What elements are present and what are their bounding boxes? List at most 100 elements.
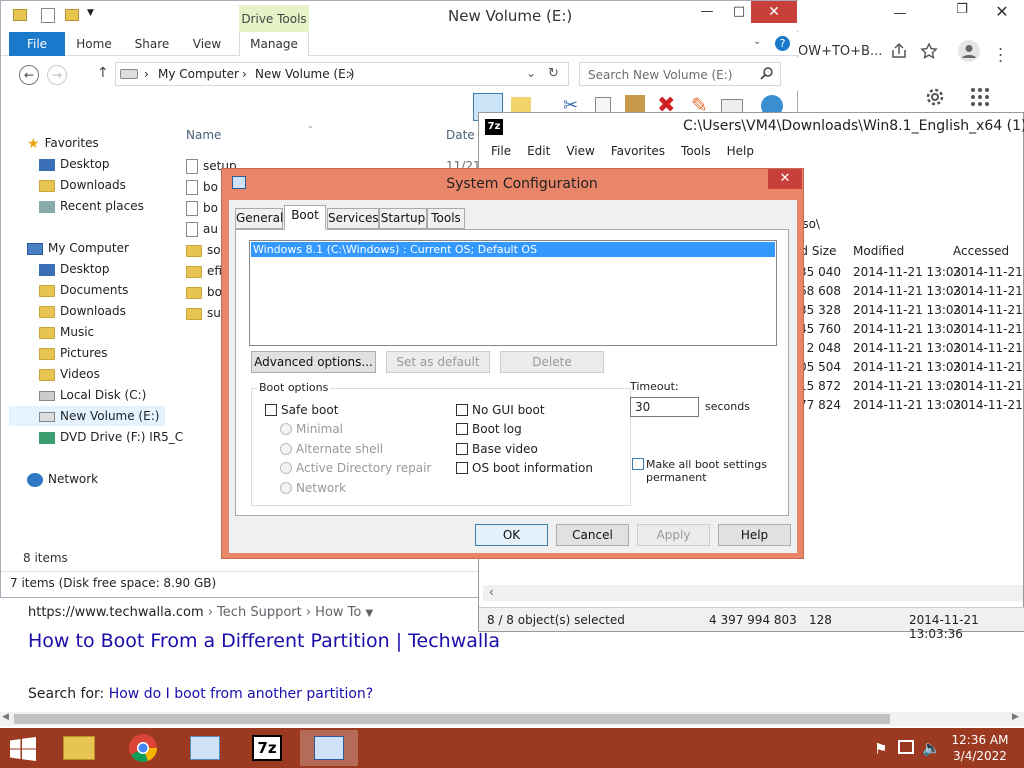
refresh-icon[interactable]: ↻ bbox=[548, 66, 559, 81]
ribbon-tab-manage[interactable]: Manage bbox=[239, 32, 309, 56]
ribbon-tab-home[interactable]: Home bbox=[69, 32, 119, 56]
breadcrumb-sep-2[interactable]: › bbox=[242, 67, 247, 81]
base-video-checkbox[interactable]: Base video bbox=[456, 441, 538, 457]
radio-network[interactable]: Network bbox=[280, 480, 346, 496]
up-button[interactable]: ↑ bbox=[97, 65, 109, 81]
scrollbar-thumb[interactable] bbox=[14, 714, 890, 724]
ribbon-tab-share[interactable]: Share bbox=[125, 32, 179, 56]
scroll-right-icon[interactable]: ▶ bbox=[1012, 712, 1019, 722]
sevenzip-hscrollbar[interactable]: ‹ bbox=[483, 585, 1023, 601]
safe-boot-checkbox[interactable]: Safe boot bbox=[265, 402, 338, 418]
set-as-default-button[interactable]: Set as default bbox=[386, 351, 490, 373]
nav-pc-downloads[interactable]: Downloads bbox=[39, 301, 126, 321]
taskbar-msconfig-button[interactable] bbox=[300, 730, 358, 766]
forward-button[interactable]: → bbox=[47, 65, 67, 85]
os-boot-info-box[interactable] bbox=[456, 462, 468, 474]
ribbon-tab-view[interactable]: View bbox=[183, 32, 231, 56]
timeout-input[interactable]: 30 bbox=[630, 397, 699, 417]
taskbar-control-panel-button[interactable] bbox=[176, 730, 234, 766]
os-entry-selected[interactable]: Windows 8.1 (C:\Windows) : Current OS; D… bbox=[251, 242, 775, 257]
nav-fav-desktop[interactable]: Desktop bbox=[39, 154, 110, 174]
column-header-name[interactable]: Name bbox=[186, 128, 221, 142]
radio-minimal-dot[interactable] bbox=[280, 423, 292, 435]
window-icon[interactable] bbox=[721, 99, 743, 113]
file-row[interactable]: bo bbox=[186, 283, 222, 301]
menu-tools[interactable]: Tools bbox=[681, 144, 711, 158]
help-icon[interactable]: ? bbox=[775, 36, 790, 51]
chrome-horizontal-scrollbar[interactable]: ◀ ▶ bbox=[0, 712, 1024, 726]
address-dropdown-icon[interactable]: ⌄ bbox=[526, 66, 536, 80]
explorer-maximize-button[interactable]: □ bbox=[727, 4, 751, 19]
ribbon-expand-icon[interactable]: ⌄ bbox=[753, 36, 761, 47]
nav-favorites[interactable]: ★ Favorites bbox=[27, 133, 99, 153]
nav-fav-recent[interactable]: Recent places bbox=[39, 196, 144, 216]
taskbar-explorer-button[interactable] bbox=[50, 730, 108, 766]
action-center-flag-icon[interactable]: ⚑ bbox=[874, 740, 887, 758]
apply-button[interactable]: Apply bbox=[637, 524, 710, 546]
start-windows-icon[interactable] bbox=[10, 737, 36, 761]
breadcrumb-sep-1[interactable]: › bbox=[144, 67, 149, 81]
tab-services[interactable]: Services bbox=[327, 208, 379, 229]
os-list[interactable]: Windows 8.1 (C:\Windows) : Current OS; D… bbox=[249, 240, 777, 346]
breadcrumb-sep-3[interactable]: › bbox=[348, 67, 353, 81]
radio-ad-repair-dot[interactable] bbox=[280, 462, 292, 474]
radio-alternate-shell[interactable]: Alternate shell bbox=[280, 441, 383, 457]
menu-edit[interactable]: Edit bbox=[527, 144, 550, 158]
chrome-minimize-button[interactable]: — bbox=[888, 6, 912, 21]
tray-clock[interactable]: 12:36 AM 3/4/2022 bbox=[950, 732, 1010, 764]
result-title-link[interactable]: How to Boot From a Different Partition |… bbox=[28, 630, 500, 652]
bookmark-star-icon[interactable] bbox=[920, 42, 938, 60]
no-gui-boot-box[interactable] bbox=[456, 404, 468, 416]
explorer-search-box[interactable]: Search New Volume (E:) bbox=[579, 62, 781, 86]
nav-network[interactable]: Network bbox=[27, 469, 98, 489]
ok-button[interactable]: OK bbox=[475, 524, 548, 546]
tab-tools[interactable]: Tools bbox=[427, 208, 465, 229]
cancel-button[interactable]: Cancel bbox=[556, 524, 629, 546]
volume-muted-icon[interactable]: 🔈 bbox=[922, 739, 941, 757]
radio-alternate-shell-dot[interactable] bbox=[280, 443, 292, 455]
taskbar-chrome-button[interactable] bbox=[114, 730, 172, 766]
nav-dvd-drive[interactable]: DVD Drive (F:) IR5_C bbox=[39, 427, 183, 447]
file-row[interactable]: efi bbox=[186, 262, 222, 280]
nav-pc-videos[interactable]: Videos bbox=[39, 364, 100, 384]
dialog-close-button[interactable]: ✕ bbox=[768, 169, 802, 189]
tab-startup[interactable]: Startup bbox=[379, 208, 427, 229]
no-gui-boot-checkbox[interactable]: No GUI boot bbox=[456, 402, 545, 418]
radio-minimal[interactable]: Minimal bbox=[280, 421, 343, 437]
search-for-link[interactable]: How do I boot from another partition? bbox=[109, 686, 374, 702]
result-url[interactable]: https://www.techwalla.com › Tech Support… bbox=[28, 605, 373, 620]
base-video-box[interactable] bbox=[456, 443, 468, 455]
tab-boot[interactable]: Boot bbox=[284, 205, 326, 230]
nav-new-volume[interactable]: New Volume (E:) bbox=[9, 406, 165, 426]
boot-log-checkbox[interactable]: Boot log bbox=[456, 421, 522, 437]
menu-help[interactable]: Help bbox=[727, 144, 754, 158]
breadcrumb-my-computer[interactable]: My Computer bbox=[158, 67, 239, 81]
back-button[interactable]: ← bbox=[19, 65, 39, 85]
make-permanent-box[interactable] bbox=[632, 458, 644, 470]
radio-network-dot[interactable] bbox=[280, 482, 292, 494]
properties-icon[interactable] bbox=[41, 8, 55, 23]
menu-view[interactable]: View bbox=[566, 144, 594, 158]
file-row[interactable]: au bbox=[186, 220, 218, 238]
col-modified[interactable]: Modified bbox=[853, 241, 904, 261]
explorer-minimize-button[interactable]: — bbox=[695, 4, 719, 19]
boot-log-box[interactable] bbox=[456, 423, 468, 435]
explorer-close-button[interactable]: ✕ bbox=[751, 1, 797, 23]
settings-gear-icon[interactable] bbox=[924, 86, 946, 108]
nav-pc-desktop[interactable]: Desktop bbox=[39, 259, 110, 279]
ribbon-tab-file[interactable]: File bbox=[9, 32, 65, 56]
nav-my-computer[interactable]: My Computer bbox=[27, 238, 129, 258]
scroll-left-arrow-icon[interactable]: ‹ bbox=[489, 585, 494, 599]
new-folder-icon[interactable] bbox=[65, 9, 79, 21]
help-button[interactable]: Help bbox=[718, 524, 791, 546]
safe-boot-box[interactable] bbox=[265, 404, 277, 416]
file-row[interactable]: su bbox=[186, 304, 221, 322]
profile-avatar-icon[interactable] bbox=[958, 40, 980, 62]
search-icon[interactable] bbox=[760, 66, 774, 80]
address-bar[interactable]: › My Computer › New Volume (E:) › ⌄ ↻ bbox=[115, 62, 569, 86]
file-row[interactable]: bo bbox=[186, 199, 218, 217]
result-more-icon[interactable]: ▼ bbox=[366, 608, 374, 619]
network-tray-icon[interactable] bbox=[898, 740, 914, 754]
share-icon[interactable] bbox=[890, 42, 908, 60]
tab-general[interactable]: General bbox=[235, 208, 283, 229]
